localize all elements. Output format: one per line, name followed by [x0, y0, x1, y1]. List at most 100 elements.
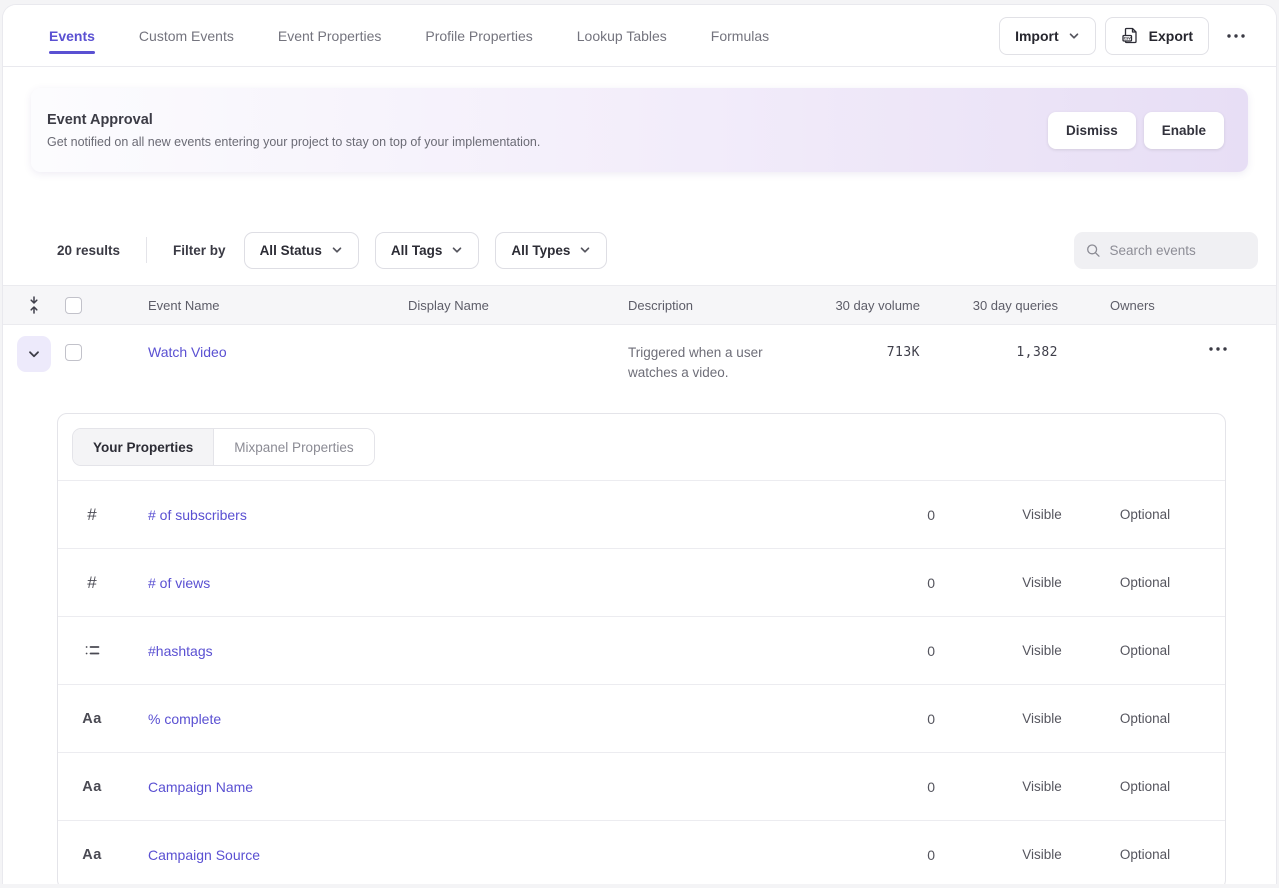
tab-events-label: Events — [49, 28, 95, 44]
column-header-30-day-volume: 30 day volume — [803, 298, 920, 313]
nav-tabs: Events Custom Events Event Properties Pr… — [49, 5, 999, 66]
property-row: # # of views 0 Visible Optional — [58, 549, 1225, 617]
types-filter-label: All Types — [511, 243, 570, 258]
property-queries: 0 — [879, 847, 999, 863]
tab-lookup-tables[interactable]: Lookup Tables — [577, 5, 667, 66]
collapse-row-button[interactable] — [17, 336, 51, 372]
more-options-button[interactable] — [1218, 26, 1254, 46]
chevron-down-icon — [579, 244, 591, 256]
search-box — [1074, 232, 1258, 269]
chevron-down-icon — [331, 244, 343, 256]
tab-event-properties[interactable]: Event Properties — [278, 5, 382, 66]
property-requirement: Optional — [1085, 847, 1205, 862]
select-all-checkbox[interactable] — [65, 297, 82, 314]
column-header-event-name: Event Name — [109, 298, 408, 313]
row-checkbox[interactable] — [65, 344, 82, 361]
property-requirement: Optional — [1085, 507, 1205, 522]
number-type-icon: # — [87, 573, 96, 593]
dismiss-button[interactable]: Dismiss — [1048, 112, 1136, 149]
properties-panel-header: Your Properties Mixpanel Properties — [58, 414, 1225, 481]
chevron-down-icon — [451, 244, 463, 256]
column-header-description: Description — [628, 298, 803, 313]
tab-mixpanel-properties[interactable]: Mixpanel Properties — [214, 429, 373, 465]
property-name-link[interactable]: # of subscribers — [148, 507, 247, 523]
property-row: Aa Campaign Name 0 Visible Optional — [58, 753, 1225, 821]
banner-actions: Dismiss Enable — [1048, 112, 1224, 149]
top-nav: Events Custom Events Event Properties Pr… — [3, 5, 1276, 67]
property-visibility: Visible — [999, 847, 1085, 862]
collapse-rows-icon — [26, 296, 42, 314]
property-queries: 0 — [879, 711, 999, 727]
tags-filter-dropdown[interactable]: All Tags — [375, 232, 480, 269]
queries-cell: 1,382 — [1016, 325, 1058, 360]
property-visibility: Visible — [999, 711, 1085, 726]
tab-formulas[interactable]: Formulas — [711, 5, 769, 66]
tags-filter-label: All Tags — [391, 243, 443, 258]
filter-bar: 20 results Filter by All Status All Tags… — [3, 230, 1276, 270]
property-visibility: Visible — [999, 779, 1085, 794]
text-type-icon: Aa — [82, 779, 102, 795]
property-visibility: Visible — [999, 643, 1085, 658]
types-filter-dropdown[interactable]: All Types — [495, 232, 607, 269]
tab-your-properties[interactable]: Your Properties — [73, 429, 214, 465]
results-count: 20 results — [57, 243, 120, 258]
ellipsis-icon — [1227, 34, 1245, 38]
collapse-all-button[interactable] — [22, 292, 46, 318]
property-queries: 0 — [879, 779, 999, 795]
property-name-link[interactable]: #hashtags — [148, 643, 213, 659]
row-more-options-button[interactable] — [1200, 339, 1236, 359]
status-filter-label: All Status — [260, 243, 322, 258]
import-button-label: Import — [1015, 28, 1059, 44]
property-requirement: Optional — [1085, 779, 1205, 794]
status-filter-dropdown[interactable]: All Status — [244, 232, 359, 269]
tab-formulas-label: Formulas — [711, 28, 769, 44]
import-button[interactable]: Import — [999, 17, 1096, 55]
property-row: Aa % complete 0 Visible Optional — [58, 685, 1225, 753]
property-name-link[interactable]: # of views — [148, 575, 210, 591]
property-name-link[interactable]: Campaign Name — [148, 779, 253, 795]
text-type-icon: Aa — [82, 847, 102, 863]
banner-text: Event Approval Get notified on all new e… — [47, 112, 1048, 149]
lexicon-page: Events Custom Events Event Properties Pr… — [2, 4, 1277, 884]
property-requirement: Optional — [1085, 711, 1205, 726]
event-properties-panel: Your Properties Mixpanel Properties # # … — [57, 413, 1226, 884]
banner-description: Get notified on all new events entering … — [47, 135, 1048, 149]
enable-button[interactable]: Enable — [1144, 112, 1224, 149]
property-row: # # of subscribers 0 Visible Optional — [58, 481, 1225, 549]
tab-profile-properties[interactable]: Profile Properties — [425, 5, 532, 66]
table-row-watch-video: Watch Video Triggered when a user watche… — [3, 325, 1276, 395]
property-visibility: Visible — [999, 507, 1085, 522]
search-events-input[interactable] — [1110, 243, 1247, 258]
column-header-owners: Owners — [1058, 298, 1154, 313]
event-name-link[interactable]: Watch Video — [148, 325, 227, 360]
property-name-link[interactable]: Campaign Source — [148, 847, 260, 863]
volume-cell: 713K — [887, 325, 920, 360]
chevron-down-icon — [27, 347, 41, 361]
chevron-down-icon — [1068, 30, 1080, 42]
column-header-30-day-queries: 30 day queries — [920, 298, 1058, 313]
text-type-icon: Aa — [82, 711, 102, 727]
list-type-icon — [84, 642, 101, 659]
banner-title: Event Approval — [47, 112, 1048, 128]
divider — [146, 237, 147, 263]
csv-file-icon: csv — [1121, 26, 1140, 45]
description-cell: Triggered when a user watches a video. — [628, 325, 791, 383]
search-icon — [1086, 242, 1101, 259]
property-requirement: Optional — [1085, 575, 1205, 590]
number-type-icon: # — [87, 505, 96, 525]
property-row: Aa Campaign Source 0 Visible Optional — [58, 821, 1225, 884]
property-queries: 0 — [879, 575, 999, 591]
tab-custom-events[interactable]: Custom Events — [139, 5, 234, 66]
nav-actions: Import csv Export — [999, 17, 1254, 55]
export-button-label: Export — [1149, 28, 1193, 44]
property-requirement: Optional — [1085, 643, 1205, 658]
tab-event-properties-label: Event Properties — [278, 28, 382, 44]
tab-custom-events-label: Custom Events — [139, 28, 234, 44]
property-name-link[interactable]: % complete — [148, 711, 221, 727]
tab-events[interactable]: Events — [49, 5, 95, 66]
property-queries: 0 — [879, 507, 999, 523]
tab-lookup-tables-label: Lookup Tables — [577, 28, 667, 44]
export-button[interactable]: csv Export — [1105, 17, 1209, 55]
events-table-header: Event Name Display Name Description 30 d… — [3, 285, 1276, 325]
property-queries: 0 — [879, 643, 999, 659]
